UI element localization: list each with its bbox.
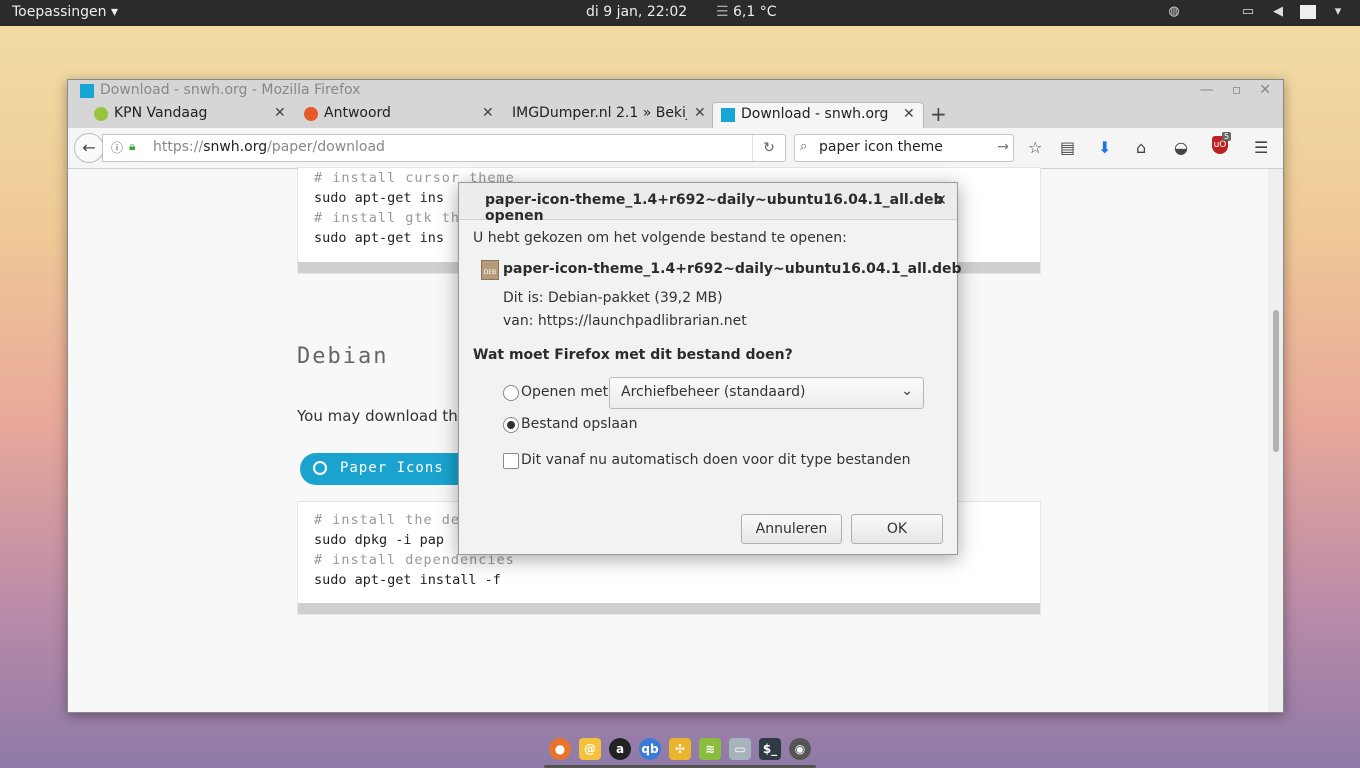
tab-antwoord[interactable]: Antwoord ✕ — [296, 102, 506, 128]
info-icon[interactable]: ⓘ — [111, 139, 123, 156]
snwh-favicon — [721, 108, 735, 122]
search-input[interactable]: ⌕ paper icon theme → — [794, 134, 1014, 162]
temperature: 6,1 °C — [733, 4, 777, 20]
tab-download-snwh[interactable]: Download - snwh.org ✕ — [712, 102, 924, 129]
dock: ● @ a qb ✣ ≋ ▭ $_ ◉ — [544, 733, 816, 768]
bookmarks-menu-icon[interactable]: ▤ — [1060, 138, 1075, 157]
section-paragraph: You may download the — [297, 407, 467, 425]
dialog-close-icon[interactable]: ✕ — [934, 191, 947, 209]
tab-close-icon[interactable]: ✕ — [694, 105, 706, 121]
open-with-label[interactable]: Openen met — [521, 384, 608, 400]
minimize-button[interactable]: — — [1200, 82, 1214, 98]
weather-indicator[interactable]: ☰ 6,1 °C — [716, 4, 777, 20]
open-with-radio[interactable] — [503, 385, 519, 401]
auto-action-checkbox[interactable] — [503, 453, 519, 469]
dialog-title: paper-icon-theme_1.4+r692~daily~ubuntu16… — [485, 192, 944, 224]
cassette-icon[interactable]: ◍ — [1166, 4, 1182, 20]
code-line: sudo apt-get ins — [314, 230, 445, 246]
maximize-button[interactable]: ▫ — [1232, 82, 1242, 98]
tab-label: IMGDumper.nl 2.1 » Bekij... — [512, 105, 687, 121]
gimp-icon[interactable]: ◉ — [789, 738, 811, 760]
code-line: sudo apt-get ins — [314, 190, 445, 206]
qbittorrent-icon[interactable]: qb — [639, 738, 661, 760]
dialog-intro: U hebt gekozen om het volgende bestand t… — [473, 230, 847, 246]
url-text: https://snwh.org/paper/download — [153, 139, 385, 155]
tab-close-icon[interactable]: ✕ — [482, 105, 494, 121]
search-icon: ⌕ — [800, 139, 808, 154]
back-button[interactable]: ← — [74, 133, 104, 163]
code-line: sudo apt-get install -f — [314, 572, 501, 588]
dialog-header[interactable]: paper-icon-theme_1.4+r692~daily~ubuntu16… — [459, 183, 957, 224]
top-panel: Toepassingen ▾ di 9 jan, 22:02 ☰ 6,1 °C … — [0, 0, 1360, 26]
display-icon[interactable]: ▭ — [1240, 4, 1256, 20]
code-line: sudo dpkg -i pap — [314, 532, 445, 548]
pocket-icon[interactable]: ◒ — [1174, 138, 1188, 157]
chevron-down-icon: ▾ — [111, 4, 119, 20]
tab-close-icon[interactable]: ✕ — [903, 106, 915, 122]
debian-swirl-icon — [313, 461, 327, 475]
file-name: paper-icon-theme_1.4+r692~daily~ubuntu16… — [503, 261, 962, 277]
nl-favicon — [304, 107, 318, 121]
bookmark-star-icon[interactable]: ☆ — [1028, 138, 1042, 157]
tab-kpn[interactable]: KPN Vandaag ✕ — [86, 102, 296, 128]
mail-icon[interactable]: @ — [579, 738, 601, 760]
save-file-radio[interactable] — [503, 417, 519, 433]
new-tab-button[interactable]: + — [930, 102, 947, 126]
tab-label: Download - snwh.org — [741, 106, 889, 122]
window-title: Download - snwh.org - Mozilla Firefox — [100, 82, 361, 98]
page-scrollbar-thumb[interactable] — [1273, 310, 1279, 452]
tab-close-icon[interactable]: ✕ — [274, 105, 286, 121]
tab-label: KPN Vandaag — [114, 105, 208, 121]
pill-label: Paper Icons — [340, 460, 444, 476]
window-titlebar[interactable]: Download - snwh.org - Mozilla Firefox — … — [68, 80, 1283, 102]
open-file-dialog: paper-icon-theme_1.4+r692~daily~ubuntu16… — [458, 182, 962, 555]
battery-icon[interactable] — [1300, 5, 1316, 19]
clock[interactable]: di 9 jan, 22:02 — [586, 4, 687, 20]
volume-icon[interactable]: ◀ — [1270, 4, 1286, 20]
weather-icon: ☰ — [716, 4, 729, 20]
applications-menu[interactable]: Toepassingen ▾ — [12, 4, 118, 20]
kpn-favicon — [94, 107, 108, 121]
code-scrollbar[interactable] — [298, 603, 1040, 614]
home-icon[interactable]: ⌂ — [1136, 138, 1146, 157]
file-source: van: https://launchpadlibrarian.net — [503, 313, 747, 329]
ok-button[interactable]: OK — [851, 514, 943, 544]
file-type: Dit is: Debian-pakket (39,2 MB) — [503, 290, 723, 306]
open-with-select[interactable]: Archiefbeheer (standaard) ⌄ — [609, 377, 924, 409]
close-window-button[interactable]: ✕ — [1259, 82, 1271, 98]
applications-label: Toepassingen — [12, 4, 107, 20]
url-bar[interactable]: ⓘ 🔒︎ https://snwh.org/paper/download ↻ — [102, 134, 786, 162]
open-with-app: Archiefbeheer (standaard) — [621, 384, 806, 400]
deb-file-icon: DEB — [481, 260, 499, 280]
firefox-icon[interactable]: ● — [549, 738, 571, 760]
search-go-icon[interactable]: → — [997, 139, 1009, 155]
lock-icon: 🔒︎ — [129, 139, 136, 153]
amazon-icon[interactable]: a — [609, 738, 631, 760]
downloads-icon[interactable]: ⬇ — [1098, 138, 1111, 157]
vnc-icon[interactable]: ✣ — [669, 738, 691, 760]
rss-icon[interactable]: ≋ — [699, 738, 721, 760]
tab-label: Antwoord — [324, 105, 391, 121]
files-icon[interactable]: ▭ — [729, 738, 751, 760]
terminal-icon[interactable]: $_ — [759, 738, 781, 760]
ublock-count: 5 — [1222, 132, 1232, 141]
cancel-button[interactable]: Annuleren — [741, 514, 842, 544]
navigation-toolbar: ← ⓘ 🔒︎ https://snwh.org/paper/download ↻… — [68, 128, 1283, 169]
search-value: paper icon theme — [819, 139, 943, 155]
tab-strip: KPN Vandaag ✕ Antwoord ✕ IMGDumper.nl 2.… — [68, 102, 1283, 129]
dialog-question: Wat moet Firefox met dit bestand doen? — [473, 347, 793, 363]
section-heading: Debian — [297, 344, 389, 369]
save-file-label[interactable]: Bestand opslaan — [521, 416, 637, 432]
site-favicon — [80, 84, 94, 98]
auto-action-label[interactable]: Dit vanaf nu automatisch doen voor dit t… — [521, 452, 910, 468]
code-line: # install the de — [314, 512, 461, 528]
code-line: # install gtk th — [314, 210, 461, 226]
chevron-down-icon: ⌄ — [901, 383, 913, 399]
reload-button[interactable]: ↻ — [752, 135, 785, 161]
hamburger-menu-icon[interactable]: ☰ — [1254, 138, 1268, 157]
tab-imgdumper[interactable]: IMGDumper.nl 2.1 » Bekij... ✕ — [504, 102, 714, 128]
system-menu-chevron-icon[interactable]: ▾ — [1330, 4, 1346, 20]
